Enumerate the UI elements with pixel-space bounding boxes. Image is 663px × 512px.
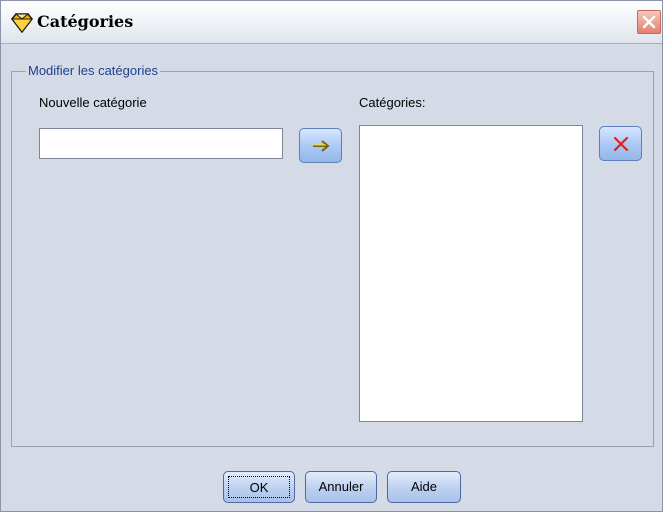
- categories-list[interactable]: [359, 125, 583, 422]
- categories-label: Catégories:: [359, 95, 426, 110]
- help-button[interactable]: Aide: [387, 471, 461, 503]
- ok-button-label: OK: [228, 476, 290, 498]
- add-category-button[interactable]: [299, 128, 342, 163]
- group-legend: Modifier les catégories: [26, 63, 161, 78]
- title-bar[interactable]: Catégories: [1, 1, 662, 44]
- delete-category-button[interactable]: [599, 126, 642, 161]
- close-button[interactable]: [637, 10, 661, 34]
- diamond-app-icon: [10, 13, 34, 34]
- window-title: Catégories: [37, 12, 134, 31]
- new-category-input[interactable]: [39, 128, 283, 159]
- categories-dialog: Catégories Modifier les catégories Nouve…: [0, 0, 663, 512]
- ok-button[interactable]: OK: [223, 471, 295, 503]
- cancel-button[interactable]: Annuler: [305, 471, 377, 503]
- new-category-label: Nouvelle catégorie: [39, 95, 147, 110]
